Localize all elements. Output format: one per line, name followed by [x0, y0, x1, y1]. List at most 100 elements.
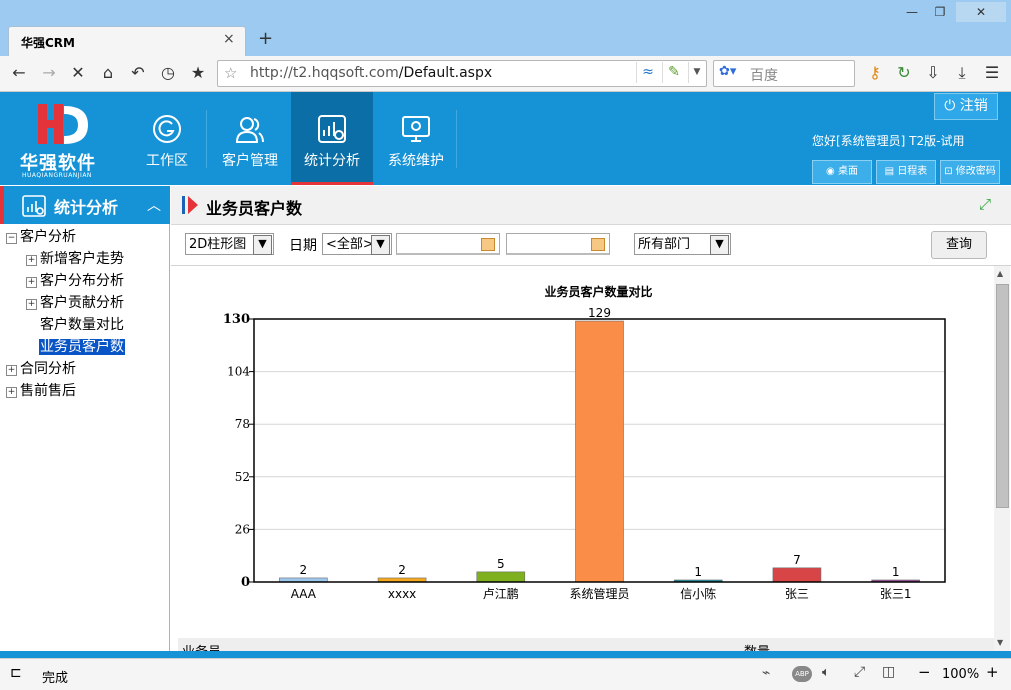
tree-item[interactable]: + 合同分析 [6, 358, 76, 380]
schedule-label: 日程表 [897, 166, 928, 177]
start-date-input[interactable] [396, 233, 500, 255]
download-icon[interactable]: ⤓ [951, 63, 973, 83]
new-tab-button[interactable]: + [258, 28, 273, 49]
tree-item[interactable]: − 客户分析 [6, 226, 76, 248]
x-tick-label: AAA [291, 587, 317, 601]
tab-close-icon[interactable]: × [223, 31, 235, 47]
x-tick-label: 张三1 [880, 587, 912, 601]
menu-statistics[interactable]: 统计分析 [291, 92, 373, 185]
sidebar-toggle-icon[interactable]: ⊏ [10, 665, 22, 681]
home-icon[interactable]: ⌂ [97, 63, 119, 83]
y-tick-label: 26 [235, 522, 250, 536]
y-tick-label: 52 [235, 470, 250, 484]
key-icon[interactable]: ⚷ [864, 63, 886, 83]
tree-toggle-icon[interactable]: + [26, 255, 37, 266]
chevron-down-icon: ▼ [253, 235, 272, 255]
menu-customers[interactable]: 客户管理 [209, 92, 291, 185]
end-date-input[interactable] [506, 233, 610, 255]
maximize-icon[interactable]: ❐ [920, 2, 960, 22]
extension-wave-icon[interactable]: ≈ [636, 62, 659, 83]
volume-icon[interactable]: 🔈︎ [822, 665, 830, 680]
tree-toggle-icon[interactable]: − [6, 233, 17, 244]
back-icon[interactable]: ← [8, 63, 30, 83]
change-password-button[interactable]: ⊡ 修改密码 [940, 160, 1000, 184]
refresh-addon-icon[interactable]: ↻ [893, 63, 915, 83]
scroll-up-icon[interactable]: ▲ [997, 269, 1003, 278]
tree-toggle-icon[interactable]: + [6, 387, 17, 398]
content-scrollbar[interactable]: ▲ ▼ [994, 266, 1010, 651]
menu-label: 客户管理 [222, 153, 278, 169]
x-tick-label: xxxx [388, 587, 416, 601]
bookmark-star-icon[interactable]: ★ [187, 63, 209, 83]
panel-title: 业务员客户数 [206, 199, 303, 218]
bar-chart: 业务员客户数量对比 0 26 52 78 104 130 2 AAA 2 xxxx 5 卢江鹏 129 系统… [223, 284, 946, 601]
desktop-button[interactable]: ◉ 桌面 [812, 160, 872, 184]
history-icon[interactable]: ◷ [157, 63, 179, 83]
split-view-icon[interactable]: ◫ [882, 664, 895, 680]
chart-type-select[interactable]: 2D柱形图 ▼ [185, 233, 274, 255]
fit-screen-icon[interactable]: ⤢ [854, 664, 865, 680]
y-tick-label: 0 [241, 575, 250, 590]
department-select[interactable]: 所有部门 ▼ [634, 233, 731, 255]
bookmark-outline-icon[interactable]: ☆ [224, 64, 237, 82]
calendar-icon[interactable] [591, 238, 605, 251]
search-placeholder: 百度 [750, 68, 778, 84]
tree-item[interactable]: 客户数量对比 [40, 314, 124, 336]
zoom-out-icon[interactable]: − [918, 663, 931, 681]
logout-button[interactable]: ⏻ 注销 [934, 93, 998, 120]
panel-header: 业务员客户数 ⤢ [171, 186, 1011, 225]
forward-icon[interactable]: → [38, 63, 60, 83]
menu-workspace[interactable]: 工作区 [126, 92, 208, 185]
scroll-down-icon[interactable]: ▼ [997, 638, 1003, 647]
schedule-button[interactable]: ▤ 日程表 [876, 160, 936, 184]
calendar-icon[interactable] [481, 238, 495, 251]
y-tick-label: 78 [235, 417, 250, 431]
bar [476, 571, 526, 583]
users-icon [235, 117, 264, 143]
scrollbar-thumb[interactable] [996, 284, 1009, 508]
sidebar-tree: − 客户分析 + 新增客户走势 + 客户分布分析 + 客户贡献分析 客户数量对比 业务员… [0, 224, 170, 651]
column-header-salesperson: 业务员 [182, 641, 221, 651]
tree-item[interactable]: + 客户分布分析 [26, 270, 124, 292]
extension-pin-icon[interactable]: ✎ [662, 62, 685, 83]
chart-title: 业务员客户数量对比 [545, 284, 653, 299]
fullscreen-icon[interactable]: ⤢ [979, 195, 991, 213]
tree-item[interactable]: + 售前售后 [6, 380, 76, 402]
adblock-icon[interactable]: ABP [792, 666, 812, 682]
panel-arrow-icon [182, 196, 198, 214]
menu-icon[interactable]: ☰ [981, 63, 1003, 83]
tree-toggle-icon[interactable]: + [6, 365, 17, 376]
address-bar[interactable]: ☆ http://t2.hqqsoft.com/Default.aspx ≈ ✎… [217, 60, 707, 87]
tree-item-selected[interactable]: 业务员客户数 [39, 336, 125, 358]
url-text: http://t2.hqqsoft.com/Default.aspx [250, 65, 492, 81]
app-header: 华强软件 HUAQIANGRUANJIAN 工作区 客户管理 统计分析 系统维护… [0, 92, 1011, 185]
gear-circle-icon [153, 115, 181, 143]
bar [575, 320, 624, 583]
menu-label: 工作区 [146, 153, 188, 169]
tree-label: 客户分布分析 [40, 273, 124, 289]
tree-toggle-icon[interactable]: + [26, 277, 37, 288]
baidu-paw-icon: ✿▾ [719, 64, 737, 79]
browser-tab[interactable]: 华强CRM × [8, 26, 246, 57]
menu-system[interactable]: 系统维护 [375, 92, 457, 185]
address-dropdown-icon[interactable]: ▼ [688, 62, 705, 83]
search-bar[interactable]: ✿▾ 百度 [713, 60, 855, 87]
x-tick-label: 系统管理员 [569, 586, 629, 601]
tree-item[interactable]: + 新增客户走势 [26, 248, 124, 270]
query-button[interactable]: 查询 [931, 231, 987, 259]
close-window-icon[interactable]: ✕ [956, 2, 1006, 22]
notification-icon[interactable]: ⇩ [922, 63, 944, 83]
calendar-icon: ▤ [884, 166, 898, 177]
filter-toolbar: 2D柱形图 ▼ 日期 <全部> ▼ 所有部门 ▼ 查询 [171, 225, 1011, 266]
date-range-select[interactable]: <全部> ▼ [322, 233, 392, 255]
collapse-chevron-icon[interactable]: ︿ [147, 195, 161, 215]
performance-icon[interactable]: ⌁ [762, 665, 770, 681]
undo-close-icon[interactable]: ↶ [127, 63, 149, 83]
chart-settings-icon [318, 115, 346, 143]
tree-toggle-icon[interactable]: + [26, 299, 37, 310]
sidebar-header[interactable]: 统计分析 ︿ [0, 186, 170, 224]
stop-icon[interactable]: ✕ [67, 63, 89, 83]
tree-item[interactable]: + 客户贡献分析 [26, 292, 124, 314]
tree-label: 售前售后 [20, 383, 76, 399]
zoom-in-icon[interactable]: + [986, 663, 999, 681]
